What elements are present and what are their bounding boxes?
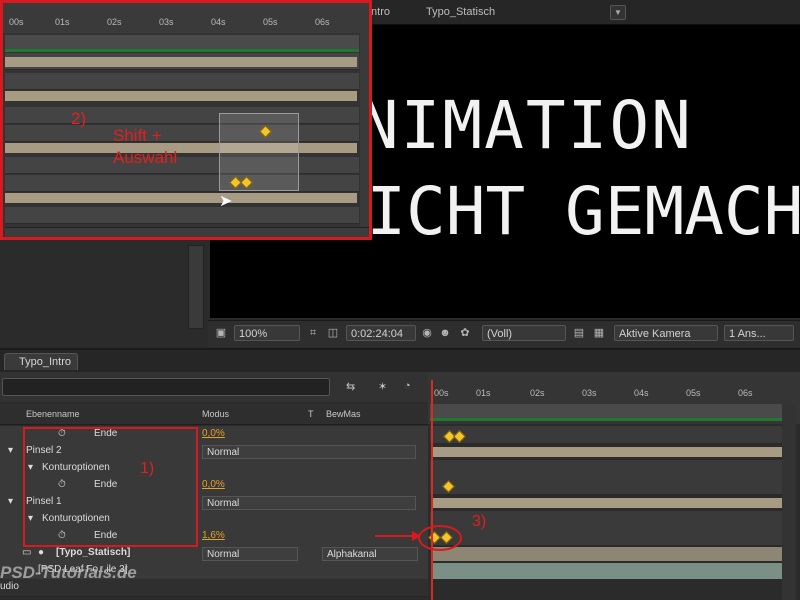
blend-mode-select[interactable]: Normal [202, 547, 298, 561]
layer-duration-bar[interactable] [432, 447, 782, 457]
shift-selection-label: Shift + Auswahl [113, 125, 177, 169]
column-header: Ebenenname Modus T BewMas [0, 404, 428, 425]
arrow-head-icon [412, 531, 421, 541]
inset-work-area[interactable] [5, 49, 359, 52]
timeline-tick: 03s [582, 388, 597, 398]
region-icon[interactable]: ▣ [214, 326, 228, 340]
blend-mode-select[interactable]: Normal [202, 496, 416, 510]
timeline-tick: 05s [686, 388, 701, 398]
step-1-label: 1) [140, 460, 155, 477]
draft-3d-icon[interactable]: ✶ [378, 380, 387, 393]
timeline-tick: 06s [738, 388, 753, 398]
timecode-field[interactable]: 0:02:24:04 [346, 325, 416, 341]
inset-track-row [5, 107, 359, 124]
inset-tick: 01s [55, 17, 70, 27]
blend-mode-select[interactable]: Normal [202, 445, 416, 459]
property-value[interactable]: 0,0% [202, 428, 225, 439]
column-mode[interactable]: Modus [202, 409, 229, 419]
viewer-tab-typo-statisch[interactable]: Typo_Statisch [426, 5, 495, 19]
zoom-inset: 00s 01s 02s 03s 04s 05s 06s ➤ 2) Shift +… [0, 0, 372, 240]
grid-icon[interactable]: ▤ [572, 326, 586, 340]
layer-row[interactable]: ▭ ● [Typo_Statisch] Normal Alphakanal [0, 545, 428, 563]
inset-tick: 05s [263, 17, 278, 27]
timeline-tick: 02s [530, 388, 545, 398]
layer-duration-bar[interactable] [432, 547, 782, 561]
transparency-icon[interactable]: ◫ [326, 326, 340, 340]
timeline-tab-bar: Typo_Intro [0, 348, 800, 372]
layer-duration-bar[interactable] [432, 563, 782, 579]
project-scrollbar[interactable] [188, 245, 204, 329]
resolution-select[interactable]: (Voll) [482, 325, 566, 341]
shift-label-line2: Auswahl [113, 148, 178, 167]
inset-tick: 00s [9, 17, 24, 27]
timeline-tick: 04s [634, 388, 649, 398]
column-trkmat[interactable]: BewMas [326, 409, 361, 419]
chevron-down-icon[interactable]: ▾ [8, 445, 13, 456]
timeline-tick: 01s [476, 388, 491, 398]
inset-layer-bar[interactable] [5, 91, 357, 101]
layer-label-icon[interactable]: ▭ [22, 547, 31, 558]
timeline-scrollbar[interactable] [782, 404, 796, 600]
inset-track-row [5, 207, 359, 224]
inset-tick: 06s [315, 17, 330, 27]
cursor-arrow-icon: ➤ [219, 193, 233, 210]
chevron-down-icon[interactable]: ▼ [610, 5, 626, 20]
search-input[interactable] [2, 378, 330, 396]
inset-tick: 02s [107, 17, 122, 27]
graph-editor-icon[interactable]: ⇆ [346, 380, 355, 393]
timeline-tick: 00s [434, 388, 449, 398]
column-layer-name[interactable]: Ebenenname [26, 409, 80, 419]
track-row [430, 477, 782, 495]
camera-icon[interactable]: ◉ [420, 326, 434, 340]
person-icon[interactable]: ☻ [438, 326, 452, 340]
views-select[interactable]: 1 Ans... [724, 325, 794, 341]
inset-scrollbar[interactable] [360, 33, 369, 227]
inset-navigator[interactable] [5, 35, 359, 49]
inset-layer-bar[interactable] [5, 143, 357, 153]
inset-track-row [5, 157, 359, 174]
inset-time-ruler[interactable]: 00s 01s 02s 03s 04s 05s 06s [3, 3, 369, 33]
inset-layer-bar[interactable] [5, 57, 357, 67]
column-t[interactable]: T [308, 409, 314, 419]
zoom-select[interactable]: 100% [234, 325, 300, 341]
property-value[interactable]: 0,0% [202, 479, 225, 490]
step-3-label: 3) [472, 513, 487, 530]
inset-tick: 04s [211, 17, 226, 27]
color-icon[interactable]: ✿ [458, 326, 472, 340]
camera-select[interactable]: Aktive Kamera [614, 325, 718, 341]
inset-layer-bar[interactable] [5, 193, 357, 203]
arrow-line [375, 535, 415, 537]
viewer-toolbar: ▣ 100% ⌗ ◫ 0:02:24:04 ◉ ☻ ✿ (Voll) ▤ ▦ A… [208, 320, 800, 347]
timeline-navigator[interactable] [430, 404, 782, 418]
layer-name[interactable]: [Typo_Statisch] [56, 547, 130, 558]
eye-icon[interactable]: ● [38, 547, 44, 558]
layer-duration-bar[interactable] [432, 498, 782, 508]
shift-label-line1: Shift + [113, 126, 162, 145]
chevron-down-icon[interactable]: ▾ [8, 496, 13, 507]
inset-tick: 03s [159, 17, 174, 27]
track-matte-select[interactable]: Alphakanal [322, 547, 418, 561]
fit-icon[interactable]: ⌗ [306, 326, 320, 340]
current-time-indicator[interactable] [431, 380, 433, 600]
inset-zoom-bar[interactable] [5, 227, 369, 237]
motion-blur-icon[interactable]: ◔ [404, 380, 411, 392]
watermark: PSD-Tutorials.de [0, 563, 137, 582]
track-row [430, 460, 782, 478]
highlight-circle [418, 525, 462, 551]
inset-track-row [5, 125, 359, 142]
timeline-ruler[interactable]: 00s 01s 02s 03s 04s 05s 06s [428, 372, 800, 424]
timeline-tab[interactable]: Typo_Intro [4, 353, 78, 370]
inset-track-row [5, 175, 359, 192]
project-panel [0, 240, 206, 346]
step-2-label: 2) [71, 109, 87, 128]
inset-track-row [5, 73, 359, 90]
checker-icon[interactable]: ▦ [592, 326, 606, 340]
work-area-bar[interactable] [430, 418, 782, 421]
track-row [430, 426, 782, 444]
property-value[interactable]: 1,6% [202, 530, 225, 541]
highlight-box [23, 427, 198, 547]
